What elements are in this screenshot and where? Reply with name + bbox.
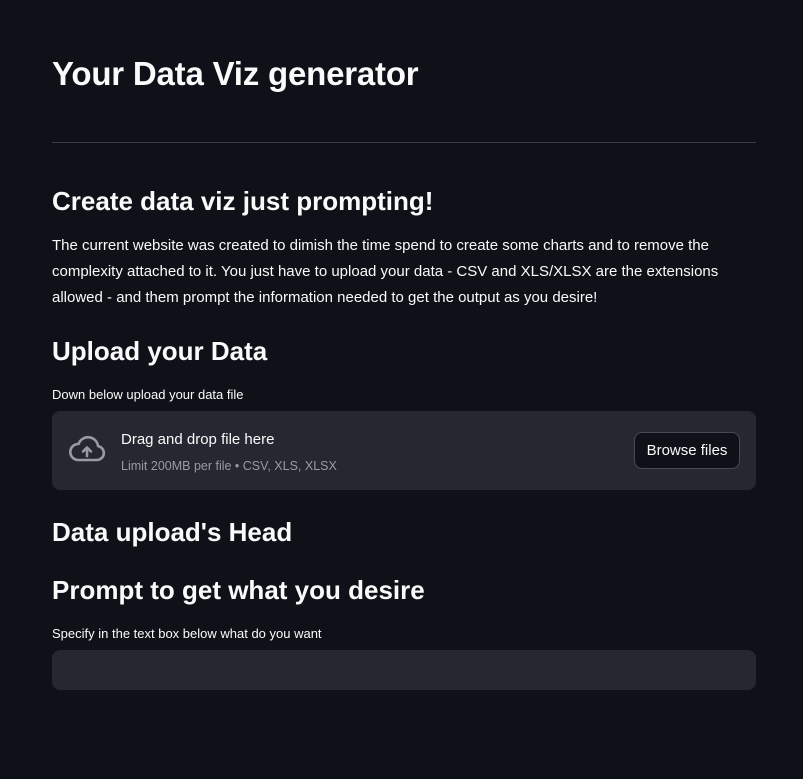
cloud-upload-icon <box>69 435 106 462</box>
data-head-heading: Data upload's Head <box>52 517 293 547</box>
upload-heading: Upload your Data <box>52 336 268 366</box>
intro-heading: Create data viz just prompting! <box>52 186 434 216</box>
page-title: Your Data Viz generator <box>52 55 419 92</box>
intro-text: The current website was created to dimis… <box>52 237 719 306</box>
dropzone-limit: Limit 200MB per file • CSV, XLS, XLSX <box>121 459 337 473</box>
upload-caption: Down below upload your data file <box>52 387 244 402</box>
dropzone-title: Drag and drop file here <box>121 431 275 448</box>
title-divider <box>52 142 756 143</box>
file-dropzone[interactable]: Drag and drop file here Limit 200MB per … <box>52 411 756 490</box>
prompt-heading: Prompt to get what you desire <box>52 575 425 605</box>
browse-files-button[interactable]: Browse files <box>634 432 740 469</box>
prompt-input[interactable] <box>52 650 756 690</box>
prompt-caption: Specify in the text box below what do yo… <box>52 626 322 641</box>
